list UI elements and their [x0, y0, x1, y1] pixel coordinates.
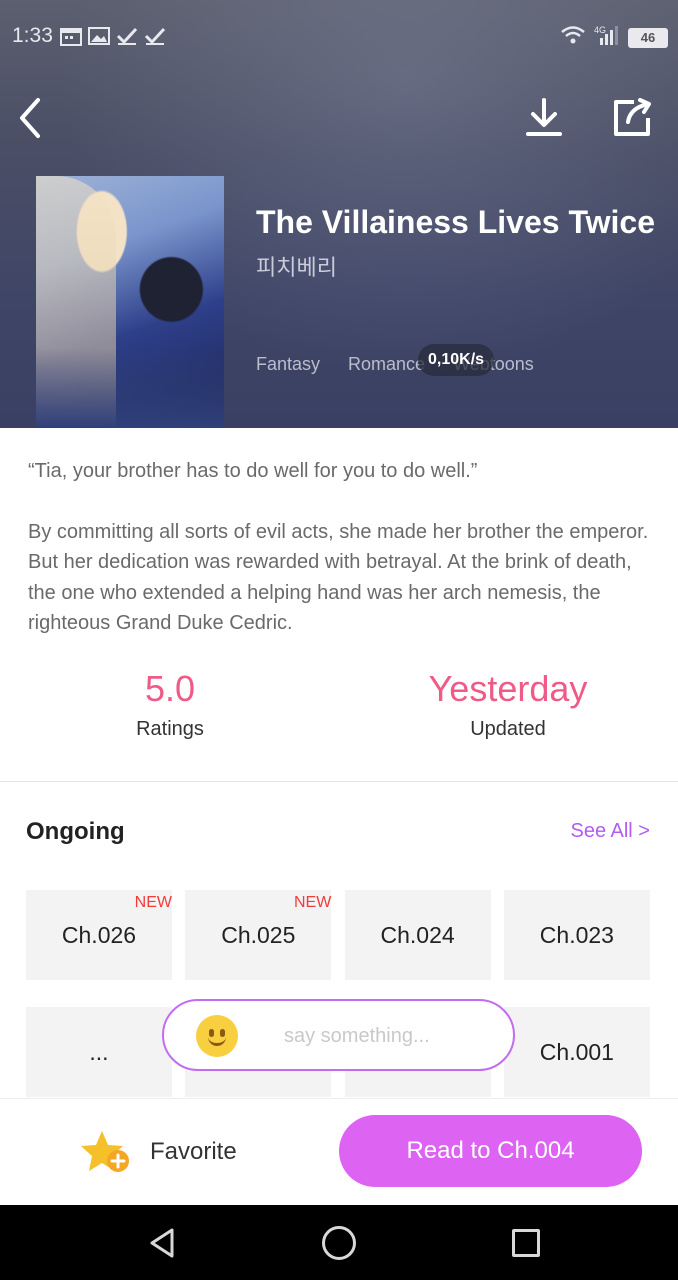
chapter-chip-025[interactable]: NEW Ch.025 — [185, 890, 332, 980]
description-body: By committing all sorts of evil acts, sh… — [28, 520, 649, 635]
book-author: 피치베리 — [256, 256, 337, 281]
nav-back-icon[interactable] — [146, 1227, 178, 1259]
notification-icons — [60, 26, 166, 46]
rating-stat: 5.0 Ratings — [60, 668, 280, 741]
share-icon — [614, 98, 651, 136]
comment-input[interactable]: say something... — [162, 999, 515, 1071]
svg-text:4G: 4G — [594, 25, 606, 35]
chapter-chip-023[interactable]: Ch.023 — [503, 890, 650, 980]
download-button[interactable] — [524, 96, 564, 140]
updated-label: Updated — [470, 718, 546, 740]
share-button[interactable] — [610, 96, 654, 140]
book-header: 1:33 4G 46 The Villainess Lives Twice 피치… — [0, 0, 678, 428]
chapter-label: Ch.023 — [539, 921, 614, 948]
calendar-icon — [60, 26, 82, 46]
signal-icon: 4G — [594, 24, 620, 51]
status-right: 4G 46 — [560, 24, 668, 51]
chapter-label: ... — [89, 1038, 109, 1065]
chapter-label: Ch.024 — [380, 921, 455, 948]
battery-indicator: 46 — [628, 27, 668, 48]
book-title: The Villainess Lives Twice — [256, 204, 655, 240]
new-badge: NEW — [293, 894, 332, 911]
chapter-chip-024[interactable]: Ch.024 — [344, 890, 491, 980]
network-speed-overlay: 0,10K/s — [418, 344, 495, 376]
emoji-icon[interactable] — [196, 1015, 238, 1057]
new-badge: NEW — [134, 894, 172, 911]
chapter-label: Ch.025 — [221, 921, 296, 948]
status-bar: 1:33 4G 46 — [0, 0, 678, 74]
bottom-action-bar: Favorite Read to Ch.004 — [0, 1098, 678, 1205]
star-add-icon — [81, 1131, 129, 1172]
back-button[interactable] — [14, 96, 50, 140]
comment-placeholder: say something... — [284, 1025, 430, 1047]
divider — [0, 781, 678, 782]
updated-stat: Yesterday Updated — [398, 668, 618, 741]
read-button[interactable]: Read to Ch.004 — [339, 1115, 642, 1187]
tag-fantasy[interactable]: Fantasy — [256, 354, 320, 375]
updated-value: Yesterday — [428, 668, 588, 709]
section-title-ongoing: Ongoing — [26, 818, 125, 845]
favorite-label: Favorite — [150, 1138, 237, 1165]
cover-art — [36, 176, 116, 426]
chapter-label: Ch.001 — [539, 1038, 614, 1065]
description-quote: “Tia, your brother has to do well for yo… — [28, 460, 478, 482]
wifi-icon — [560, 25, 586, 50]
check-icon — [116, 26, 138, 46]
rating-label: Ratings — [136, 718, 204, 740]
rating-value: 5.0 — [144, 668, 196, 709]
tag-romance[interactable]: Romance — [348, 354, 425, 375]
download-icon — [526, 98, 562, 136]
image-icon — [88, 26, 110, 46]
favorite-button[interactable]: Favorite — [80, 1129, 237, 1175]
book-description: “Tia, your brother has to do well for yo… — [28, 456, 650, 639]
status-time: 1:33 — [12, 24, 53, 47]
nav-home-icon[interactable] — [322, 1226, 356, 1260]
chapter-chip-001[interactable]: Ch.001 — [503, 1007, 650, 1097]
system-nav-bar — [0, 1205, 678, 1280]
check-icon — [144, 26, 166, 46]
see-all-link[interactable]: See All > — [570, 820, 650, 843]
book-cover[interactable] — [36, 176, 224, 428]
chapter-chip-026[interactable]: NEW Ch.026 — [26, 890, 172, 980]
chapter-chip-more[interactable]: ... — [26, 1007, 172, 1097]
nav-recents-icon[interactable] — [512, 1229, 540, 1257]
chapter-label: Ch.026 — [61, 921, 137, 948]
